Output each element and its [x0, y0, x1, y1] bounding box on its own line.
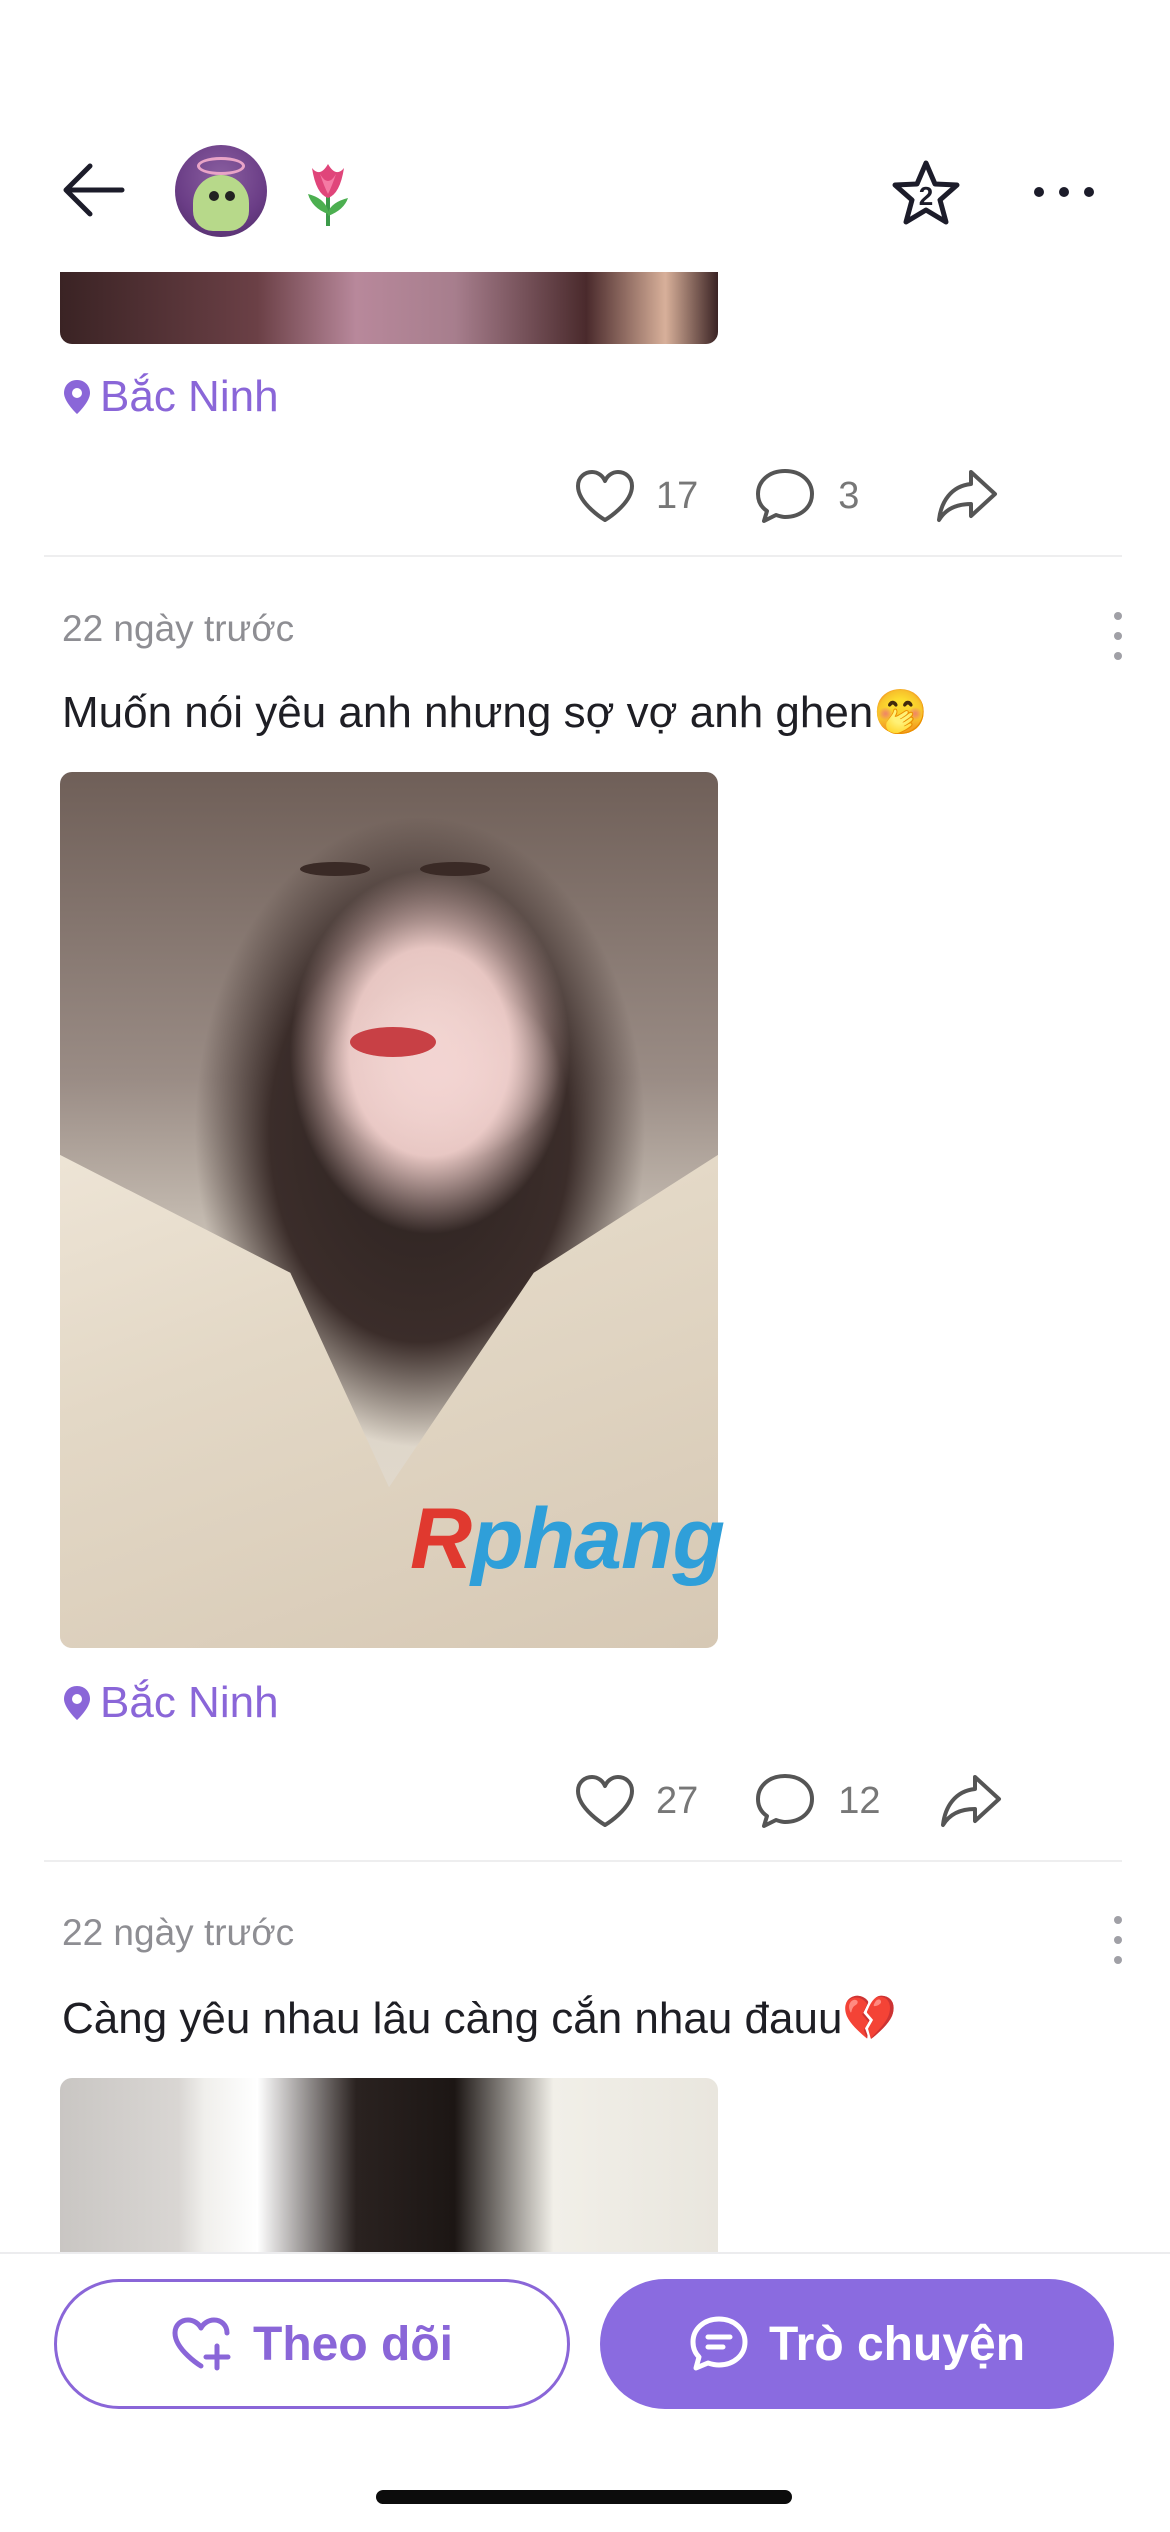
bottom-action-bar: Theo dõi Trò chuyện — [0, 2252, 1170, 2532]
post-actions: 27 12 — [574, 1769, 1003, 1833]
post-location[interactable]: Bắc Ninh — [62, 1678, 279, 1728]
dot — [1084, 187, 1094, 197]
post-caption: Muốn nói yêu anh nhưng sợ vợ anh ghen🤭 — [62, 688, 929, 737]
heart-icon — [576, 1775, 634, 1827]
like-button[interactable]: 17 — [574, 468, 698, 524]
post-menu-button[interactable] — [1112, 612, 1124, 660]
star-badge-count: 2 — [919, 181, 933, 211]
divider — [44, 1860, 1122, 1862]
post-location[interactable]: Bắc Ninh — [62, 372, 279, 422]
comment-icon — [756, 1774, 815, 1828]
divider — [44, 555, 1122, 557]
tulip-icon — [298, 158, 358, 228]
comment-count: 3 — [838, 474, 860, 517]
post-time: 22 ngày trước — [62, 1912, 295, 1953]
comment-count: 12 — [838, 1779, 881, 1822]
back-button[interactable] — [56, 152, 132, 228]
share-icon — [937, 470, 998, 522]
like-count: 27 — [656, 1779, 699, 1822]
share-button[interactable] — [935, 468, 999, 524]
heart-plus-icon — [172, 2317, 231, 2371]
location-pin-icon — [64, 380, 90, 414]
comment-button[interactable]: 3 — [754, 467, 859, 525]
follow-label: Theo dõi — [253, 2317, 453, 2371]
heart-icon — [576, 470, 634, 522]
dot — [1034, 187, 1044, 197]
like-button[interactable]: 27 — [574, 1773, 698, 1829]
comment-icon — [756, 469, 815, 523]
post-caption: Càng yêu nhau lâu càng cắn nhau đauu💔 — [62, 1994, 898, 2043]
location-label: Bắc Ninh — [100, 1678, 279, 1727]
location-label: Bắc Ninh — [100, 372, 279, 421]
post-photo[interactable] — [60, 272, 718, 344]
like-count: 17 — [656, 474, 699, 517]
star-icon: 2 — [892, 160, 960, 225]
post-photo[interactable] — [60, 2078, 718, 2252]
location-pin-icon — [64, 1686, 90, 1720]
avatar[interactable] — [175, 145, 267, 237]
top-nav-bar: 2 — [0, 0, 1170, 272]
post-actions: 17 3 — [574, 464, 999, 528]
watermark-logo: Rphang — [410, 1491, 725, 1587]
dot — [1059, 187, 1069, 197]
share-icon — [940, 1775, 1001, 1827]
star-badge-button[interactable]: 2 — [890, 158, 962, 230]
post-menu-button[interactable] — [1112, 1916, 1124, 1964]
feed: Bắc Ninh 17 3 22 ngày trước Muốn nói yêu… — [0, 272, 1170, 2252]
post-time: 22 ngày trước — [62, 608, 295, 649]
home-indicator[interactable] — [376, 2490, 792, 2504]
share-button[interactable] — [939, 1773, 1003, 1829]
chat-button[interactable]: Trò chuyện — [600, 2279, 1114, 2409]
comment-button[interactable]: 12 — [754, 1772, 881, 1830]
follow-button[interactable]: Theo dõi — [54, 2279, 570, 2409]
chat-label: Trò chuyện — [768, 2317, 1026, 2371]
chat-bubble-icon — [690, 2316, 748, 2371]
more-options-button[interactable] — [1028, 170, 1100, 214]
arrow-left-icon — [63, 163, 125, 217]
